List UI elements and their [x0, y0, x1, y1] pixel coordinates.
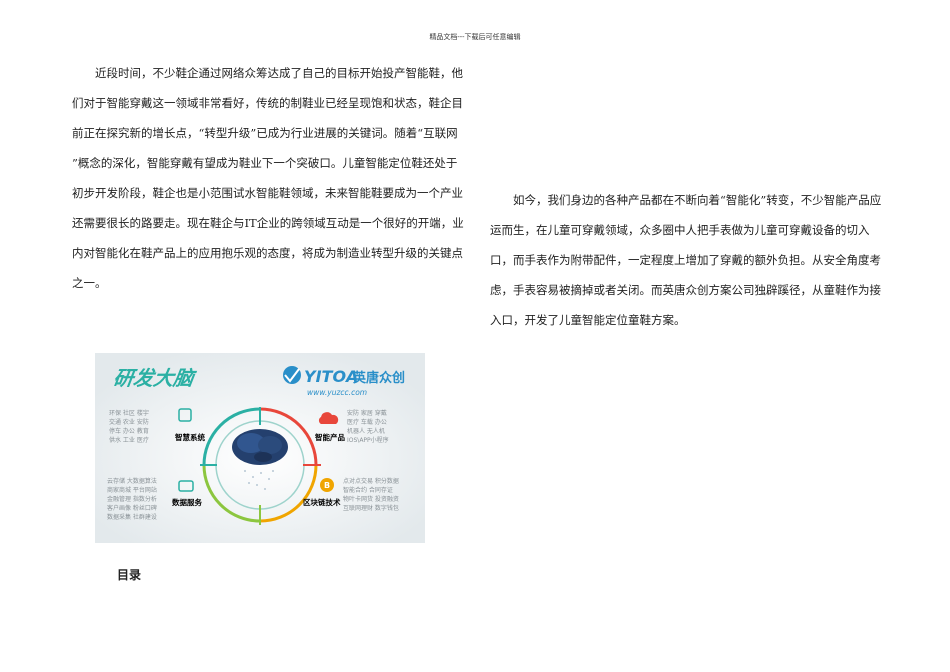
- banner-graphic: 研发大脑 YITOA 英唐众创 www.yuzcc.com 智慧系统 智能产品 …: [95, 353, 425, 543]
- svg-text:停车 办公 教育: 停车 办公 教育: [109, 427, 149, 435]
- logo-url: www.yuzcc.com: [307, 388, 367, 397]
- banner-title: 研发大脑: [112, 366, 198, 390]
- svg-text:数据采集 社群建设: 数据采集 社群建设: [107, 513, 157, 521]
- research-brain-banner: 研发大脑 YITOA 英唐众创 www.yuzcc.com 智慧系统 智能产品 …: [95, 353, 425, 543]
- svg-text:供水 工业 医疗: 供水 工业 医疗: [109, 436, 149, 444]
- logo-cn-text: 英唐众创: [352, 370, 405, 386]
- svg-text:交通 农业 安防: 交通 农业 安防: [109, 418, 149, 426]
- data-service-tags: 云存储 大数据算法 商家商城 平台网站 金融管理 指数分析 客户画像 粉丝口碑 …: [107, 477, 157, 521]
- svg-text:智能合约 合同存证: 智能合约 合同存证: [343, 486, 393, 494]
- svg-text:云存储 大数据算法: 云存储 大数据算法: [107, 477, 157, 485]
- svg-text:金融管理 指数分析: 金融管理 指数分析: [107, 495, 157, 503]
- left-column-text: 近段时间，不少鞋企通过网络众筹达成了自己的目标开始投产智能鞋，他们对于智能穿戴这…: [72, 58, 466, 298]
- right-paragraph: 如今，我们身边的各种产品都在不断向着“智能化”转变，不少智能产品应运而生，在儿童…: [490, 193, 882, 327]
- svg-text:客户画像 粉丝口碑: 客户画像 粉丝口碑: [107, 504, 157, 512]
- page-header: 精品文档---下载后可任意编辑: [429, 33, 521, 41]
- logo-text: YITOA: [304, 367, 358, 386]
- svg-text:医疗 车载 办公: 医疗 车载 办公: [347, 418, 387, 426]
- svg-text:物叶卡网货 投资融资: 物叶卡网货 投资融资: [343, 495, 399, 503]
- data-service-label: 数据服务: [172, 497, 202, 507]
- svg-text:环保 社区 楼宇: 环保 社区 楼宇: [109, 409, 149, 417]
- smart-system-label: 智慧系统: [175, 432, 205, 442]
- svg-text:点对点交易 积分数据: 点对点交易 积分数据: [343, 477, 399, 485]
- blockchain-label: 区块链技术: [303, 497, 341, 507]
- svg-text:互联网理财 数字钱包: 互联网理财 数字钱包: [343, 504, 399, 512]
- right-column-text: 如今，我们身边的各种产品都在不断向着“智能化”转变，不少智能产品应运而生，在儿童…: [490, 185, 882, 335]
- svg-text:B: B: [324, 481, 330, 490]
- toc-heading: 目录: [117, 568, 142, 582]
- svg-text:安防 家居 穿戴: 安防 家居 穿戴: [347, 409, 387, 417]
- svg-text:商家商城 平台网站: 商家商城 平台网站: [107, 486, 157, 494]
- svg-text:机器人 无人机: 机器人 无人机: [347, 427, 385, 435]
- left-paragraph: 近段时间，不少鞋企通过网络众筹达成了自己的目标开始投产智能鞋，他们对于智能穿戴这…: [72, 66, 464, 290]
- smart-product-label: 智能产品: [315, 432, 345, 442]
- svg-text:IOS\APP小程序: IOS\APP小程序: [347, 436, 389, 444]
